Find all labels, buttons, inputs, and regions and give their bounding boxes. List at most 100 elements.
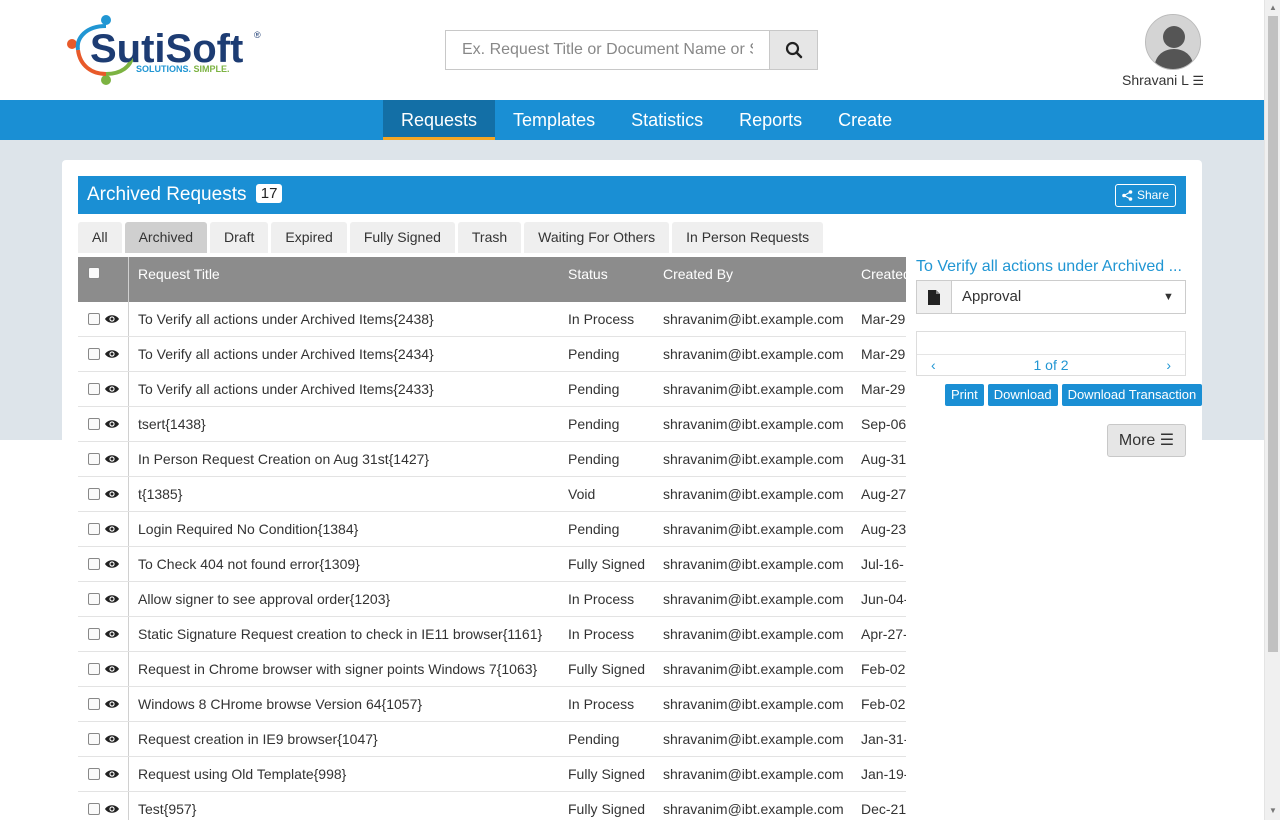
request-title-cell[interactable]: Test{957} bbox=[138, 801, 196, 817]
table-row[interactable]: To Verify all actions under Archived Ite… bbox=[78, 337, 906, 372]
table-row[interactable]: Windows 8 CHrome browse Version 64{1057}… bbox=[78, 687, 906, 722]
header-created[interactable]: Created bbox=[861, 266, 906, 282]
user-avatar[interactable] bbox=[1145, 14, 1201, 70]
page-scrollbar[interactable]: ▲ ▼ bbox=[1264, 0, 1280, 820]
tab-in-person-requests[interactable]: In Person Requests bbox=[672, 222, 824, 253]
row-checkbox[interactable] bbox=[88, 383, 100, 395]
scroll-up-icon[interactable]: ▲ bbox=[1269, 3, 1277, 12]
chevron-right-icon[interactable]: › bbox=[1166, 357, 1171, 373]
search-input[interactable] bbox=[445, 30, 769, 70]
request-title-cell[interactable]: To Verify all actions under Archived Ite… bbox=[138, 346, 434, 362]
nav-templates[interactable]: Templates bbox=[495, 100, 613, 140]
request-title-cell[interactable]: tsert{1438} bbox=[138, 416, 206, 432]
eye-icon[interactable] bbox=[105, 664, 119, 674]
eye-icon[interactable] bbox=[105, 419, 119, 429]
tab-expired[interactable]: Expired bbox=[271, 222, 347, 253]
table-row[interactable]: Login Required No Condition{1384} Pending… bbox=[78, 512, 906, 547]
nav-statistics[interactable]: Statistics bbox=[613, 100, 721, 140]
download-transaction-button[interactable]: Download Transaction bbox=[1061, 384, 1203, 406]
row-checkbox[interactable] bbox=[88, 558, 100, 570]
table-row[interactable]: t{1385} Void shravanim@ibt.example.com Aug-… bbox=[78, 477, 906, 512]
row-checkbox[interactable] bbox=[88, 313, 100, 325]
eye-icon[interactable] bbox=[105, 559, 119, 569]
request-title-cell[interactable]: Windows 8 CHrome browse Version 64{1057} bbox=[138, 696, 422, 712]
eye-icon[interactable] bbox=[105, 489, 119, 499]
eye-icon[interactable] bbox=[105, 524, 119, 534]
request-title-cell[interactable]: To Verify all actions under Archived Ite… bbox=[138, 311, 434, 327]
table-row[interactable]: tsert{1438} Pending shravanim@ibt.example.… bbox=[78, 407, 906, 442]
nav-requests[interactable]: Requests bbox=[383, 100, 496, 140]
hamburger-icon: ☰ bbox=[1159, 432, 1175, 449]
select-all-checkbox[interactable] bbox=[88, 267, 100, 279]
eye-icon[interactable] bbox=[105, 804, 119, 814]
share-button[interactable]: Share bbox=[1114, 184, 1176, 207]
table-row[interactable]: Test{957} Fully Signed shravanim@ibt.examp… bbox=[78, 792, 906, 820]
request-title-cell[interactable]: To Check 404 not found error{1309} bbox=[138, 556, 360, 572]
search-button[interactable] bbox=[769, 30, 818, 70]
eye-icon[interactable] bbox=[105, 314, 119, 324]
header-request-title[interactable]: Request Title bbox=[138, 266, 220, 282]
tab-archived[interactable]: Archived bbox=[124, 222, 208, 253]
row-checkbox[interactable] bbox=[88, 698, 100, 710]
eye-icon[interactable] bbox=[105, 734, 119, 744]
table-row[interactable]: Static Signature Request creation to che… bbox=[78, 617, 906, 652]
row-checkbox[interactable] bbox=[88, 768, 100, 780]
table-row[interactable]: Request creation in IE9 browser{1047} Pen… bbox=[78, 722, 906, 757]
row-checkbox[interactable] bbox=[88, 733, 100, 745]
row-checkbox[interactable] bbox=[88, 418, 100, 430]
table-row[interactable]: To Check 404 not found error{1309} Fully … bbox=[78, 547, 906, 582]
print-button[interactable]: Print bbox=[945, 384, 984, 406]
sutisoft-logo[interactable]: SutiSoft ® SOLUTIONS. SIMPLE. bbox=[64, 14, 264, 88]
row-checkbox[interactable] bbox=[88, 523, 100, 535]
table-row[interactable]: Request using Old Template{998} Fully Sig… bbox=[78, 757, 906, 792]
eye-icon[interactable] bbox=[105, 384, 119, 394]
request-title-cell[interactable]: Request using Old Template{998} bbox=[138, 766, 346, 782]
request-title-cell[interactable]: To Verify all actions under Archived Ite… bbox=[138, 381, 434, 397]
eye-icon[interactable] bbox=[105, 629, 119, 639]
eye-icon[interactable] bbox=[105, 699, 119, 709]
status-cell: Pending bbox=[568, 416, 620, 432]
nav-create[interactable]: Create bbox=[820, 100, 910, 140]
row-checkbox[interactable] bbox=[88, 628, 100, 640]
row-checkbox[interactable] bbox=[88, 348, 100, 360]
scroll-down-icon[interactable]: ▼ bbox=[1269, 806, 1277, 815]
user-menu[interactable]: Shravani L ☰ bbox=[1110, 72, 1216, 89]
eye-icon[interactable] bbox=[105, 769, 119, 779]
row-checkbox[interactable] bbox=[88, 453, 100, 465]
row-checkbox[interactable] bbox=[88, 593, 100, 605]
table-row[interactable]: To Verify all actions under Archived Ite… bbox=[78, 372, 906, 407]
more-button[interactable]: More ☰ bbox=[1107, 424, 1186, 457]
row-checkbox[interactable] bbox=[88, 803, 100, 815]
request-title-cell[interactable]: Static Signature Request creation to che… bbox=[138, 626, 542, 642]
request-title-cell[interactable]: Request creation in IE9 browser{1047} bbox=[138, 731, 378, 747]
request-title-cell[interactable]: Request in Chrome browser with signer po… bbox=[138, 661, 537, 677]
header-status[interactable]: Status bbox=[568, 266, 608, 282]
table-row[interactable]: Request in Chrome browser with signer po… bbox=[78, 652, 906, 687]
created-date-cell: Jan-19- bbox=[861, 766, 906, 782]
download-button[interactable]: Download bbox=[987, 384, 1058, 406]
tab-draft[interactable]: Draft bbox=[210, 222, 269, 253]
tab-fully-signed[interactable]: Fully Signed bbox=[349, 222, 455, 253]
eye-icon[interactable] bbox=[105, 594, 119, 604]
document-select[interactable]: Approval ▼ bbox=[916, 280, 1186, 314]
tab-waiting-for-others[interactable]: Waiting For Others bbox=[524, 222, 670, 253]
tab-all[interactable]: All bbox=[78, 222, 122, 253]
header-created-by[interactable]: Created By bbox=[663, 266, 733, 282]
nav-reports[interactable]: Reports bbox=[721, 100, 820, 140]
row-checkbox[interactable] bbox=[88, 663, 100, 675]
request-title-cell[interactable]: In Person Request Creation on Aug 31st{1… bbox=[138, 451, 429, 467]
request-title-cell[interactable]: Login Required No Condition{1384} bbox=[138, 521, 358, 537]
created-date-cell: Sep-06 bbox=[861, 416, 906, 432]
eye-icon[interactable] bbox=[105, 454, 119, 464]
request-title-cell[interactable]: t{1385} bbox=[138, 486, 182, 502]
eye-icon[interactable] bbox=[105, 349, 119, 359]
row-checkbox[interactable] bbox=[88, 488, 100, 500]
scroll-thumb[interactable] bbox=[1268, 16, 1278, 652]
table-row[interactable]: To Verify all actions under Archived Ite… bbox=[78, 302, 906, 337]
request-title-cell[interactable]: Allow signer to see approval order{1203} bbox=[138, 591, 390, 607]
table-row[interactable]: Allow signer to see approval order{1203}… bbox=[78, 582, 906, 617]
tab-trash[interactable]: Trash bbox=[457, 222, 522, 253]
table-row[interactable]: In Person Request Creation on Aug 31st{1… bbox=[78, 442, 906, 477]
panel-title-text: Archived Requests bbox=[87, 184, 247, 205]
document-title-link[interactable]: To Verify all actions under Archived ... bbox=[916, 258, 1186, 276]
